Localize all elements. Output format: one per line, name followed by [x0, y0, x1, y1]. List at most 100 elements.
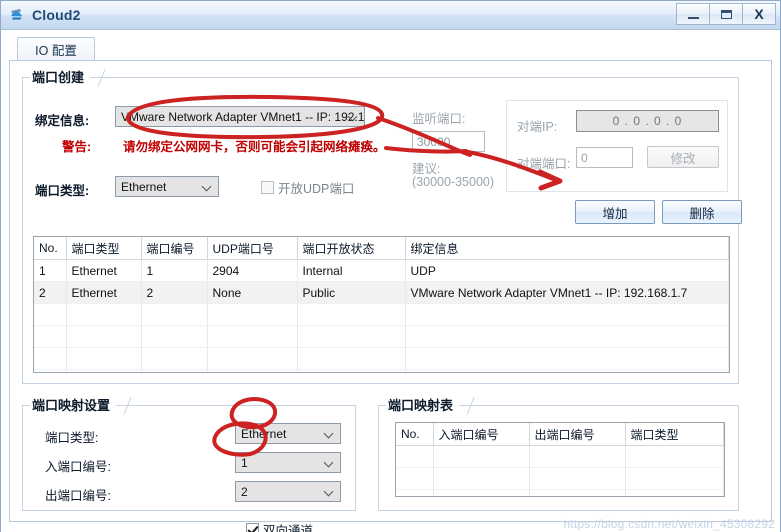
window-title: Cloud2 — [32, 7, 81, 23]
add-port-button-label: 增加 — [602, 206, 628, 221]
in-port-value: 1 — [241, 455, 248, 470]
cell-state: Internal — [297, 259, 406, 282]
group-port-map-table: 端口映射表 No. 入端口编号 出端口编号 端口类型 — [378, 395, 739, 511]
binding-info-label: 绑定信息: — [35, 114, 90, 128]
out-port-label: 出端口编号: — [45, 489, 111, 503]
cell-udp: 2904 — [207, 259, 298, 282]
cloud-icon — [8, 6, 26, 24]
modify-button-label: 修改 — [670, 151, 696, 166]
table-row-empty[interactable] — [34, 347, 729, 370]
port-type-label: 端口类型: — [35, 184, 90, 198]
group-port-map-table-title: 端口映射表 — [386, 395, 460, 414]
cell-no: 1 — [34, 259, 67, 282]
minimize-icon — [687, 16, 699, 19]
port-map-table-head: No. 入端口编号 出端口编号 端口类型 — [396, 423, 724, 446]
port-col-no: No. — [34, 237, 67, 260]
close-button[interactable]: X — [742, 3, 776, 25]
peer-port-input[interactable]: 0 — [576, 147, 633, 168]
port-type-combo[interactable]: Ethernet — [115, 176, 219, 197]
peer-ip-input[interactable]: 0 . 0 . 0 . 0 — [576, 110, 719, 132]
port-table-head: No. 端口类型 端口编号 UDP端口号 端口开放状态 绑定信息 — [34, 237, 729, 260]
in-port-label: 入端口编号: — [45, 460, 111, 474]
add-port-button[interactable]: 增加 — [575, 200, 655, 224]
cell-state: Public — [297, 281, 406, 304]
chevron-down-icon — [203, 182, 212, 191]
port-col-number: 端口编号 — [141, 237, 208, 260]
map-port-type-label: 端口类型: — [45, 431, 99, 445]
client-area: IO 配置 端口创建 绑定信息: VMware Network Adapter … — [1, 30, 780, 532]
watermark-text: https://blog.csdn.net/weixin_45308292 — [563, 517, 775, 531]
listen-port-input[interactable]: 30000 — [412, 131, 485, 152]
chevron-down-icon — [325, 487, 334, 496]
udp-port-checkbox[interactable]: 开放UDP端口 — [261, 178, 354, 197]
maximize-button[interactable] — [709, 3, 743, 25]
group-port-map-settings-title: 端口映射设置 — [30, 395, 117, 414]
maximize-icon — [720, 9, 732, 19]
table-row[interactable]: 1 Ethernet 1 2904 Internal UDP — [34, 259, 729, 282]
port-map-table-grid: No. 入端口编号 出端口编号 端口类型 — [396, 423, 724, 496]
cell-number: 1 — [141, 259, 208, 282]
port-table-header-row: No. 端口类型 端口编号 UDP端口号 端口开放状态 绑定信息 — [34, 237, 729, 260]
peer-port-label: 对端端口: — [517, 157, 571, 171]
map-port-type-combo[interactable]: Ethernet — [235, 423, 341, 444]
close-icon: X — [754, 6, 764, 22]
bidirectional-checkbox-label: 双向通道 — [263, 524, 314, 532]
table-row-empty[interactable] — [396, 445, 724, 468]
port-col-type: 端口类型 — [66, 237, 142, 260]
port-map-table[interactable]: No. 入端口编号 出端口编号 端口类型 — [395, 422, 725, 497]
listen-port-label: 监听端口: — [412, 112, 466, 126]
window-frame: Cloud2 X IO 配置 端口创建 绑定信息: VMware Network… — [0, 0, 781, 532]
port-col-state: 端口开放状态 — [297, 237, 406, 260]
map-col-in: 入端口编号 — [433, 423, 530, 446]
table-row[interactable]: 2 Ethernet 2 None Public VMware Network … — [34, 281, 729, 304]
udp-port-checkbox-label: 开放UDP端口 — [278, 182, 355, 196]
map-col-out: 出端口编号 — [529, 423, 626, 446]
title-bar: Cloud2 X — [1, 1, 780, 30]
in-port-combo[interactable]: 1 — [235, 452, 341, 473]
tab-io-config[interactable]: IO 配置 — [17, 37, 95, 61]
port-table-body: 1 Ethernet 1 2904 Internal UDP 2 Etherne — [34, 259, 729, 372]
map-port-type-value: Ethernet — [241, 426, 287, 441]
table-row-empty[interactable] — [34, 303, 729, 326]
port-col-binding: 绑定信息 — [405, 237, 729, 260]
bidirectional-checkbox[interactable]: 双向通道 — [246, 520, 313, 532]
peer-port-value: 0 — [581, 150, 588, 165]
tab-io-config-label: IO 配置 — [35, 44, 77, 58]
map-col-type: 端口类型 — [625, 423, 724, 446]
chevron-down-icon — [325, 458, 334, 467]
minimize-button[interactable] — [676, 3, 710, 25]
table-row-empty[interactable] — [34, 369, 729, 372]
port-table[interactable]: No. 端口类型 端口编号 UDP端口号 端口开放状态 绑定信息 1 Ether… — [33, 236, 730, 373]
application-window: Cloud2 X IO 配置 端口创建 绑定信息: VMware Network… — [0, 0, 781, 532]
checkbox-box — [246, 523, 259, 532]
delete-port-button-label: 删除 — [689, 206, 715, 221]
port-map-table-header-row: No. 入端口编号 出端口编号 端口类型 — [396, 423, 724, 446]
suggest-range: (30000-35000) — [412, 175, 495, 189]
table-row-empty[interactable] — [396, 489, 724, 496]
chevron-down-icon — [325, 429, 334, 438]
port-col-udp: UDP端口号 — [207, 237, 298, 260]
group-port-create-title: 端口创建 — [30, 67, 91, 86]
tab-panel-io-config: 端口创建 绑定信息: VMware Network Adapter VMnet1… — [9, 60, 772, 532]
cell-type: Ethernet — [66, 259, 142, 282]
map-col-no: No. — [396, 423, 434, 446]
table-row-empty[interactable] — [396, 467, 724, 490]
peer-ip-value: 0 . 0 . 0 . 0 — [612, 114, 683, 128]
out-port-combo[interactable]: 2 — [235, 481, 341, 502]
cell-number: 2 — [141, 281, 208, 304]
cell-binding: VMware Network Adapter VMnet1 -- IP: 192… — [405, 281, 729, 304]
cell-no: 2 — [34, 281, 67, 304]
warning-text: 请勿绑定公网网卡，否则可能会引起网络瘫痪。 — [123, 140, 386, 154]
out-port-value: 2 — [241, 484, 248, 499]
modify-button[interactable]: 修改 — [647, 146, 719, 168]
port-type-value: Ethernet — [121, 179, 167, 194]
warning-label: 警告: — [62, 140, 92, 154]
group-port-create: 端口创建 绑定信息: VMware Network Adapter VMnet1… — [22, 67, 742, 384]
delete-port-button[interactable]: 删除 — [662, 200, 742, 224]
binding-info-combo[interactable]: VMware Network Adapter VMnet1 -- IP: 192… — [115, 106, 365, 127]
port-map-table-body — [396, 445, 724, 496]
binding-info-value: VMware Network Adapter VMnet1 -- IP: 192… — [121, 109, 365, 124]
table-row-empty[interactable] — [34, 325, 729, 348]
checkbox-box — [261, 181, 274, 194]
group-port-map-settings: 端口映射设置 端口类型: Ethernet 入端口编号: 1 出端口编号: 2 — [22, 395, 356, 511]
